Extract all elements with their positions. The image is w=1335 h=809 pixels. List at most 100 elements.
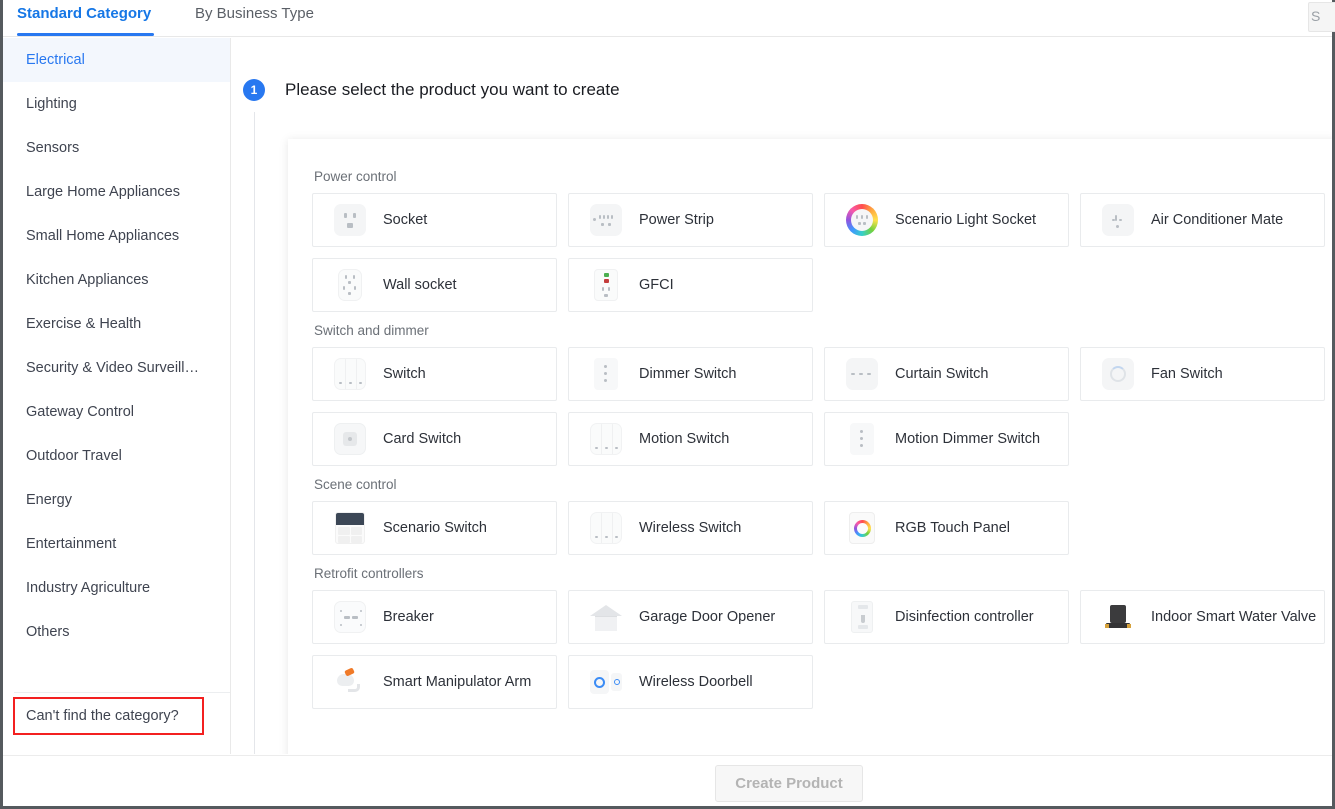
tab-standard-category[interactable]: Standard Category: [17, 0, 151, 37]
sidebar-item-industry-agriculture[interactable]: Industry Agriculture: [3, 566, 230, 610]
sidebar-item-label: Gateway Control: [26, 404, 134, 420]
active-tab-underline: [17, 33, 154, 36]
sidebar-item-gateway-control[interactable]: Gateway Control: [3, 390, 230, 434]
garage-door-opener-icon: [590, 601, 622, 633]
product-card-switch[interactable]: Switch: [312, 347, 557, 401]
product-card-scenario-switch[interactable]: Scenario Switch: [312, 501, 557, 555]
product-card-label: Scenario Switch: [383, 520, 487, 536]
product-card-motion-dimmer-switch[interactable]: Motion Dimmer Switch: [824, 412, 1069, 466]
product-card-label: Smart Manipulator Arm: [383, 674, 532, 690]
sidebar-item-label: Entertainment: [26, 536, 117, 552]
product-card-label: Motion Switch: [639, 431, 730, 447]
product-card-label: Air Conditioner Mate: [1151, 212, 1284, 228]
product-card-label: Socket: [383, 212, 428, 228]
tab-by-business-type-label: By Business Type: [195, 5, 314, 22]
step-header: 1 Please select the product you want to …: [243, 79, 620, 101]
sidebar-item-label: Exercise & Health: [26, 316, 142, 332]
product-card-dimmer-switch[interactable]: Dimmer Switch: [568, 347, 813, 401]
product-card-wall-socket[interactable]: Wall socket: [312, 258, 557, 312]
sidebar-item-label: Industry Agriculture: [26, 580, 151, 596]
sidebar-item-security-video-surveill[interactable]: Security & Video Surveill…: [3, 346, 230, 390]
product-card-label: Indoor Smart Water Valve: [1151, 609, 1317, 625]
sidebar-item-label: Sensors: [26, 140, 80, 156]
product-card-disinfection-controller[interactable]: Disinfection controller: [824, 590, 1069, 644]
product-card-curtain-switch[interactable]: Curtain Switch: [824, 347, 1069, 401]
product-group: Scene control Scenario Switch Wireless Swi…: [288, 477, 1332, 555]
product-card-label: Garage Door Opener: [639, 609, 776, 625]
sidebar-item-small-home-appliances[interactable]: Small Home Appliances: [3, 214, 230, 258]
product-create-window: Standard Category By Business Type S Ele…: [0, 0, 1335, 809]
air-conditioner-mate-icon: [1102, 204, 1134, 236]
product-card-label: Wall socket: [383, 277, 457, 293]
indoor-smart-water-valve-icon: [1102, 601, 1134, 633]
step-number-badge: 1: [243, 79, 265, 101]
product-card-label: Curtain Switch: [895, 366, 989, 382]
sidebar-item-kitchen-appliances[interactable]: Kitchen Appliances: [3, 258, 230, 302]
product-card-card-switch[interactable]: Card Switch: [312, 412, 557, 466]
sidebar-divider: [14, 692, 230, 693]
product-card-indoor-smart-water-valve[interactable]: Indoor Smart Water Valve: [1080, 590, 1325, 644]
sidebar-item-energy[interactable]: Energy: [3, 478, 230, 522]
tab-standard-category-label: Standard Category: [17, 5, 152, 22]
product-group-title: Scene control: [314, 477, 397, 492]
product-card-label: Disinfection controller: [895, 609, 1034, 625]
product-card-rgb-touch-panel[interactable]: RGB Touch Panel: [824, 501, 1069, 555]
sidebar-item-sensors[interactable]: Sensors: [3, 126, 230, 170]
gfci-icon: [590, 269, 622, 301]
page-title: Please select the product you want to cr…: [285, 80, 620, 99]
product-card-garage-door-opener[interactable]: Garage Door Opener: [568, 590, 813, 644]
product-card-label: Wireless Doorbell: [639, 674, 753, 690]
scenario-light-socket-icon: [846, 204, 878, 236]
product-card-motion-switch[interactable]: Motion Switch: [568, 412, 813, 466]
product-card-label: Scenario Light Socket: [895, 212, 1037, 228]
product-group-title: Power control: [314, 169, 397, 184]
product-group: Switch and dimmer Switch Dimmer Switch Curt…: [288, 323, 1332, 466]
main-content: 1 Please select the product you want to …: [232, 38, 1332, 754]
tab-by-business-type[interactable]: By Business Type: [195, 0, 314, 37]
product-group-title: Switch and dimmer: [314, 323, 429, 338]
search-partial-text: S: [1311, 8, 1321, 24]
product-card-scenario-light-socket[interactable]: Scenario Light Socket: [824, 193, 1069, 247]
product-card-wireless-switch[interactable]: Wireless Switch: [568, 501, 813, 555]
product-card-socket[interactable]: Socket: [312, 193, 557, 247]
sidebar-item-exercise-health[interactable]: Exercise & Health: [3, 302, 230, 346]
sidebar-item-label: Large Home Appliances: [26, 184, 180, 200]
sidebar-item-label: Kitchen Appliances: [26, 272, 149, 288]
sidebar-item-label: Small Home Appliances: [26, 228, 180, 244]
product-card-gfci[interactable]: GFCI: [568, 258, 813, 312]
product-card-breaker[interactable]: Breaker: [312, 590, 557, 644]
search-input[interactable]: S: [1308, 2, 1335, 32]
product-row: Wall socket GFCI: [312, 258, 1332, 312]
product-group: Power control Socket Power Strip Scenario L…: [288, 169, 1332, 312]
wall-socket-icon: [334, 269, 366, 301]
product-card-smart-manipulator-arm[interactable]: Smart Manipulator Arm: [312, 655, 557, 709]
category-sidebar: Electrical Lighting Sensors Large Home Appl…: [3, 38, 231, 754]
sidebar-item-label: Outdoor Travel: [26, 448, 122, 464]
rgb-touch-panel-icon: [846, 512, 878, 544]
product-row: Card Switch Motion Switch Motion Dimmer Sw…: [312, 412, 1332, 466]
product-row: Breaker Garage Door Opener Disinfection co…: [312, 590, 1332, 644]
step-connector-line: [254, 112, 255, 754]
sidebar-item-electrical[interactable]: Electrical: [3, 38, 230, 82]
product-card-label: Wireless Switch: [639, 520, 742, 536]
wireless-switch-icon: [590, 512, 622, 544]
product-group: Retrofit controllers Breaker Garage Door O…: [288, 566, 1332, 709]
product-card-air-conditioner-mate[interactable]: Air Conditioner Mate: [1080, 193, 1325, 247]
cant-find-category-link[interactable]: Can't find the category?: [13, 697, 204, 735]
product-card-fan-switch[interactable]: Fan Switch: [1080, 347, 1325, 401]
sidebar-item-label: Others: [26, 624, 70, 640]
sidebar-item-label: Security & Video Surveill…: [26, 360, 200, 376]
product-card-power-strip[interactable]: Power Strip: [568, 193, 813, 247]
sidebar-item-large-home-appliances[interactable]: Large Home Appliances: [3, 170, 230, 214]
sidebar-item-outdoor-travel[interactable]: Outdoor Travel: [3, 434, 230, 478]
motion-dimmer-switch-icon: [846, 423, 878, 455]
create-product-button[interactable]: Create Product: [715, 765, 863, 802]
smart-manipulator-arm-icon: [334, 666, 366, 698]
product-card-label: Breaker: [383, 609, 434, 625]
sidebar-item-lighting[interactable]: Lighting: [3, 82, 230, 126]
product-card-wireless-doorbell[interactable]: Wireless Doorbell: [568, 655, 813, 709]
sidebar-item-entertainment[interactable]: Entertainment: [3, 522, 230, 566]
product-row: Socket Power Strip Scenario Light Socket Ai…: [312, 193, 1332, 247]
product-card-label: GFCI: [639, 277, 674, 293]
sidebar-item-others[interactable]: Others: [3, 610, 230, 654]
